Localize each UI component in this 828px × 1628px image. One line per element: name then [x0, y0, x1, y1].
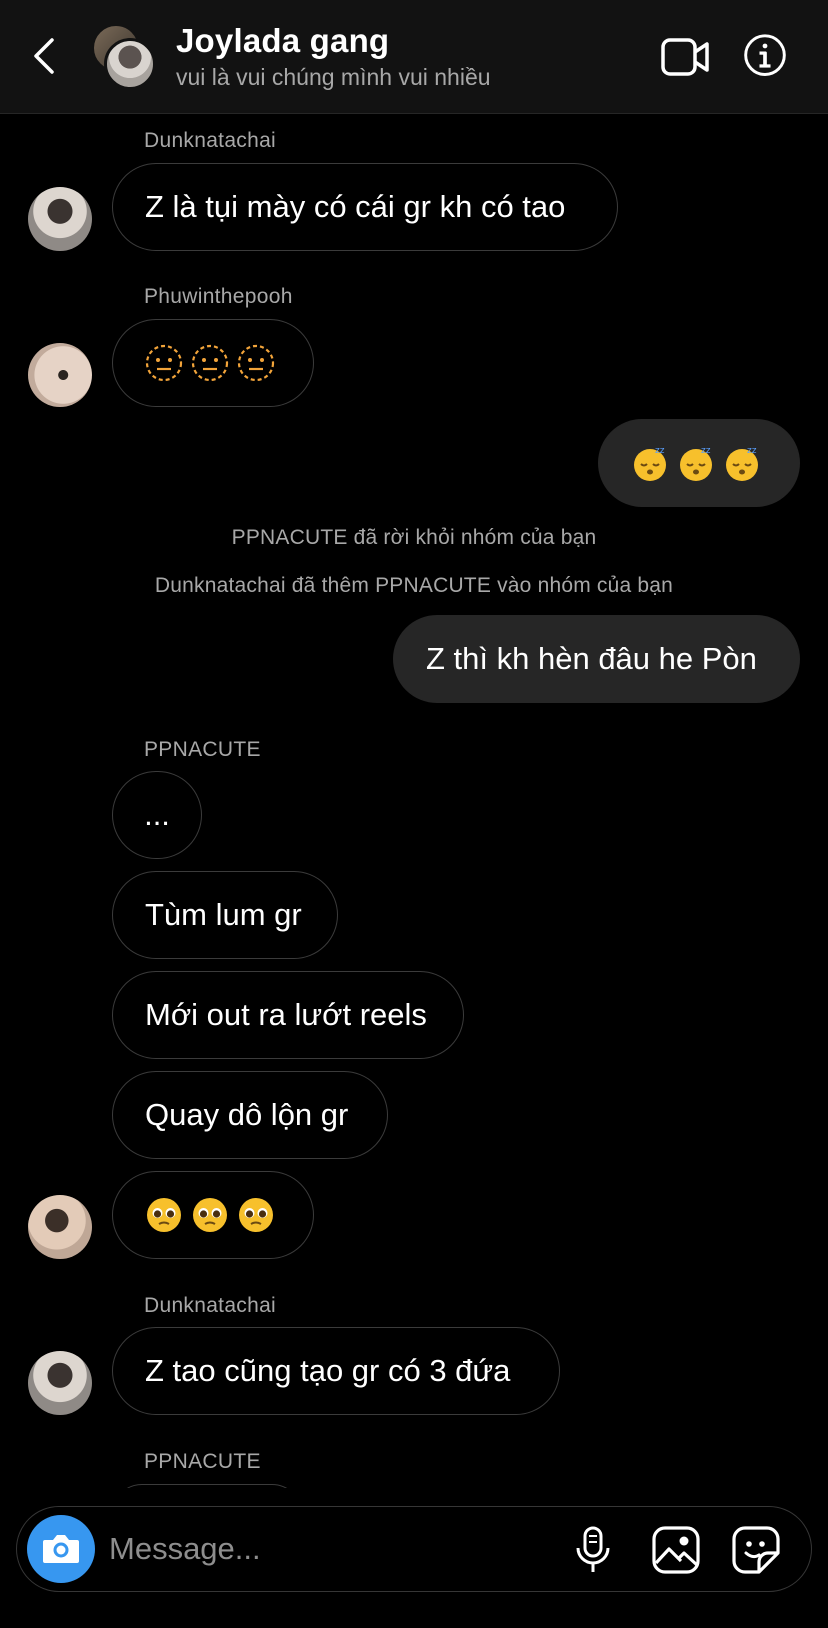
microphone-icon[interactable]	[573, 1525, 613, 1575]
message-bubble[interactable]: Tùm lum gr	[112, 871, 338, 959]
system-message: PPNACUTE đã rời khỏi nhóm của bạn	[231, 526, 597, 549]
message-bubble[interactable]: Z tao cũng tạo gr có 3 đứa	[112, 1327, 560, 1415]
camera-button[interactable]	[27, 1515, 95, 1583]
pleading-face-emoji	[191, 1196, 229, 1234]
avatar[interactable]	[28, 1351, 92, 1415]
sticker-icon[interactable]	[731, 1525, 781, 1575]
sender-name: PPNACUTE	[144, 1450, 261, 1473]
message-bubble[interactable]	[112, 1171, 314, 1259]
message-bubble[interactable]: Z là tụi mày có cái gr kh có tao	[112, 163, 618, 251]
svg-text:zz: zz	[747, 446, 757, 456]
neutral-dashed-face-emoji	[237, 344, 275, 382]
chevron-left-icon[interactable]	[28, 36, 64, 76]
pleading-face-emoji	[145, 1196, 183, 1234]
message-input[interactable]	[109, 1527, 529, 1571]
chat-header: Joylada gang vui là vui chúng mình vui n…	[0, 0, 828, 114]
message-bubble[interactable]: Quay dô lộn gr	[112, 1071, 388, 1159]
info-icon[interactable]	[740, 34, 790, 80]
neutral-dashed-face-emoji	[191, 344, 229, 382]
neutral-dashed-face-emoji	[145, 344, 183, 382]
system-message: Dunknatachai đã thêm PPNACUTE vào nhóm c…	[154, 574, 674, 597]
sleeping-face-emoji: zz	[631, 444, 669, 482]
sender-name: Phuwinthepooh	[144, 285, 293, 308]
camera-icon	[43, 1535, 79, 1563]
svg-text:zz: zz	[701, 446, 711, 456]
avatar[interactable]	[28, 187, 92, 251]
avatar	[104, 38, 156, 90]
sender-name: Dunknatachai	[144, 1294, 277, 1317]
gallery-icon[interactable]	[651, 1525, 701, 1575]
sender-name: Dunknatachai	[144, 129, 277, 152]
message-bubble[interactable]: Mới out ra lướt reels	[112, 971, 464, 1059]
chat-subtitle: vui là vui chúng mình vui nhiều	[176, 64, 491, 90]
message-bubble[interactable]	[112, 319, 314, 407]
message-bubble-outgoing[interactable]: Z thì kh hèn đâu he Pòn	[393, 615, 800, 703]
avatar[interactable]	[28, 343, 92, 407]
message-bubble-outgoing[interactable]: zz zz zz	[598, 419, 800, 507]
avatar[interactable]	[28, 1195, 92, 1259]
video-camera-icon[interactable]	[660, 34, 710, 80]
sleeping-face-emoji: zz	[723, 444, 761, 482]
sleeping-face-emoji: zz	[677, 444, 715, 482]
pleading-face-emoji	[237, 1196, 275, 1234]
svg-text:zz: zz	[655, 446, 665, 456]
message-bubble[interactable]: ...	[112, 771, 202, 859]
chat-title[interactable]: Joylada gang	[176, 22, 389, 60]
group-avatar[interactable]	[92, 24, 158, 90]
composer	[16, 1506, 812, 1592]
sender-name: PPNACUTE	[144, 738, 261, 761]
